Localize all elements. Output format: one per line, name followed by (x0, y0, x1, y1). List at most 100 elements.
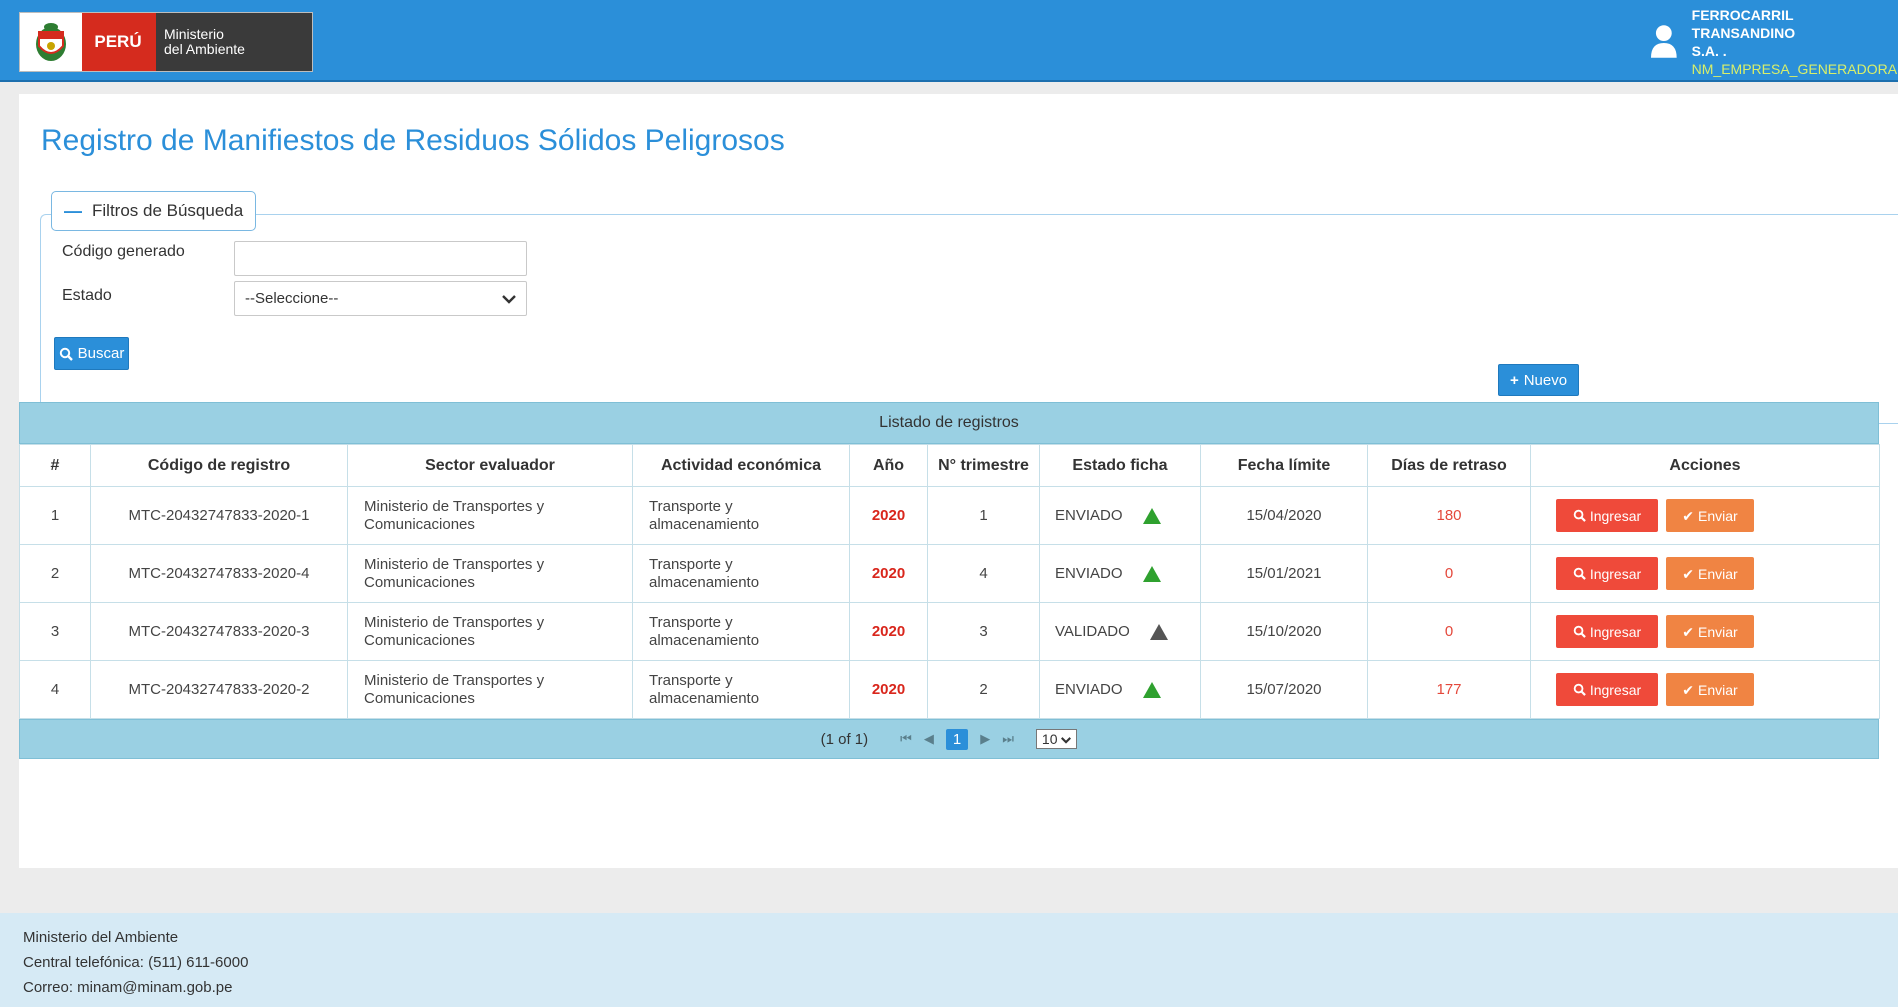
ingresar-button[interactable]: Ingresar (1556, 673, 1658, 706)
ministry-line1: Ministerio (164, 26, 224, 42)
cell-sector-line2: Comunicaciones (364, 631, 475, 649)
col-header-activity: Actividad económica (632, 444, 850, 487)
enviar-button[interactable]: ✔ Enviar (1666, 615, 1754, 648)
cell-num: 1 (19, 486, 91, 545)
enviar-button[interactable]: ✔ Enviar (1666, 557, 1754, 590)
footer-line1: Ministerio del Ambiente (23, 929, 179, 946)
records-table: Listado de registros # Código de registr… (19, 402, 1880, 759)
peru-label: PERÚ (82, 13, 154, 71)
ingresar-label: Ingresar (1589, 681, 1642, 698)
cell-delay: 177 (1367, 660, 1531, 719)
next-page-icon[interactable]: ▶ (980, 731, 990, 747)
col-header-quarter: N° trimestre (927, 444, 1040, 487)
ingresar-button[interactable]: Ingresar (1556, 557, 1658, 590)
user-icon (1650, 25, 1677, 58)
cell-delay: 180 (1367, 486, 1531, 545)
col-header-deadline: Fecha límite (1200, 444, 1368, 487)
cell-sector-line1: Ministerio de Transportes y (364, 613, 545, 631)
chevron-down-icon (502, 294, 516, 304)
col-header-code: Código de registro (90, 444, 348, 487)
user-menu[interactable]: FERROCARRIL TRANSANDINO S.A. . NM_EMPRES… (1650, 7, 1898, 77)
cell-activity: Transporte y almacenamiento (632, 544, 850, 603)
green-triangle-icon (1142, 681, 1161, 698)
enviar-button[interactable]: ✔ Enviar (1666, 499, 1754, 532)
cell-sector: Ministerio de Transportes y Comunicacione… (347, 544, 633, 603)
pager-info: (1 of 1) (820, 730, 869, 748)
check-icon: ✔ (1682, 565, 1695, 582)
cell-num: 3 (19, 602, 91, 661)
cell-sector-line2: Comunicaciones (364, 515, 475, 533)
ingresar-label: Ingresar (1589, 565, 1642, 582)
top-header: PERÚ Ministerio del Ambiente FERROCARRIL… (0, 0, 1898, 82)
col-header-status: Estado ficha (1039, 444, 1201, 487)
search-icon (1573, 683, 1586, 696)
status-select-value: --Seleccione-- (245, 290, 339, 307)
cell-code: MTC-20432747833-2020-4 (90, 544, 348, 603)
enviar-label: Enviar (1698, 507, 1738, 524)
enviar-label: Enviar (1698, 623, 1738, 640)
first-page-icon[interactable]: ⏮ (900, 731, 912, 747)
code-input[interactable] (234, 241, 527, 276)
status-text: ENVIADO (1055, 506, 1123, 524)
table-row: 1 MTC-20432747833-2020-1 Ministerio de T… (19, 486, 1880, 545)
filters-legend-label: Filtros de Búsqueda (92, 201, 244, 220)
ingresar-label: Ingresar (1589, 507, 1642, 524)
enviar-button[interactable]: ✔ Enviar (1666, 673, 1754, 706)
pagination-bar: (1 of 1) ⏮ ◀ 1 ▶ ⏭ 10 (19, 719, 1879, 759)
cell-quarter: 3 (927, 602, 1040, 661)
cell-activity-line1: Transporte y (649, 613, 733, 631)
cell-delay: 0 (1367, 602, 1531, 661)
rows-per-page-select[interactable]: 10 (1035, 729, 1078, 749)
cell-quarter: 4 (927, 544, 1040, 603)
cell-code: MTC-20432747833-2020-2 (90, 660, 348, 719)
minam-logo[interactable]: PERÚ Ministerio del Ambiente (19, 12, 313, 72)
table-row: 2 MTC-20432747833-2020-4 Ministerio de T… (19, 544, 1880, 603)
col-header-sector: Sector evaluador (347, 444, 633, 487)
cell-sector-line1: Ministerio de Transportes y (364, 671, 545, 689)
cell-year: 2020 (849, 602, 928, 661)
new-button[interactable]: + Nuevo (1498, 364, 1579, 396)
new-button-label: Nuevo (1523, 371, 1568, 389)
status-text: ENVIADO (1055, 564, 1123, 582)
ingresar-button[interactable]: Ingresar (1556, 499, 1658, 532)
current-page-button[interactable]: 1 (945, 728, 969, 750)
cell-quarter: 2 (927, 660, 1040, 719)
check-icon: ✔ (1682, 507, 1695, 524)
last-page-icon[interactable]: ⏭ (1002, 731, 1014, 747)
search-button[interactable]: Buscar (54, 337, 129, 370)
cell-actions: Ingresar ✔ Enviar (1530, 602, 1880, 661)
cell-actions: Ingresar ✔ Enviar (1530, 486, 1880, 545)
col-header-delay: Días de retraso (1367, 444, 1531, 487)
ingresar-label: Ingresar (1589, 623, 1642, 640)
search-button-label: Buscar (77, 345, 125, 362)
cell-activity-line1: Transporte y (649, 555, 733, 573)
search-icon (1573, 509, 1586, 522)
rows-per-page-value: 10 (1041, 731, 1058, 747)
cell-activity-line1: Transporte y (649, 497, 733, 515)
cell-status: VALIDADO (1039, 602, 1201, 661)
status-text: VALIDADO (1055, 622, 1130, 640)
page-title: Registro de Manifiestos de Residuos Sóli… (41, 124, 785, 157)
filters-legend-toggle[interactable]: — Filtros de Búsqueda (51, 191, 257, 231)
peru-coat-of-arms-icon (20, 13, 82, 71)
status-select[interactable]: --Seleccione-- (234, 281, 527, 316)
enviar-label: Enviar (1698, 565, 1738, 582)
minus-icon: — (64, 200, 82, 221)
cell-activity: Transporte y almacenamiento (632, 486, 850, 545)
ministry-label: Ministerio del Ambiente (154, 13, 312, 71)
ingresar-button[interactable]: Ingresar (1556, 615, 1658, 648)
table-caption: Listado de registros (19, 402, 1879, 444)
footer-line3: Correo: minam@minam.gob.pe (23, 979, 233, 996)
prev-page-icon[interactable]: ◀ (924, 731, 934, 747)
search-filters: — Filtros de Búsqueda Código generado Es… (40, 191, 1898, 424)
chevron-down-icon (1061, 737, 1072, 744)
cell-activity-line2: almacenamiento (649, 515, 760, 533)
cell-deadline: 15/04/2020 (1200, 486, 1368, 545)
table-header-row: # Código de registro Sector evaluador Ac… (19, 444, 1880, 487)
search-icon (1573, 625, 1586, 638)
cell-deadline: 15/01/2021 (1200, 544, 1368, 603)
footer-line2: Central telefónica: (511) 611-6000 (23, 954, 249, 971)
cell-num: 2 (19, 544, 91, 603)
user-role: NM_EMPRESA_GENERADORA (1691, 61, 1898, 77)
cell-sector-line1: Ministerio de Transportes y (364, 497, 545, 515)
